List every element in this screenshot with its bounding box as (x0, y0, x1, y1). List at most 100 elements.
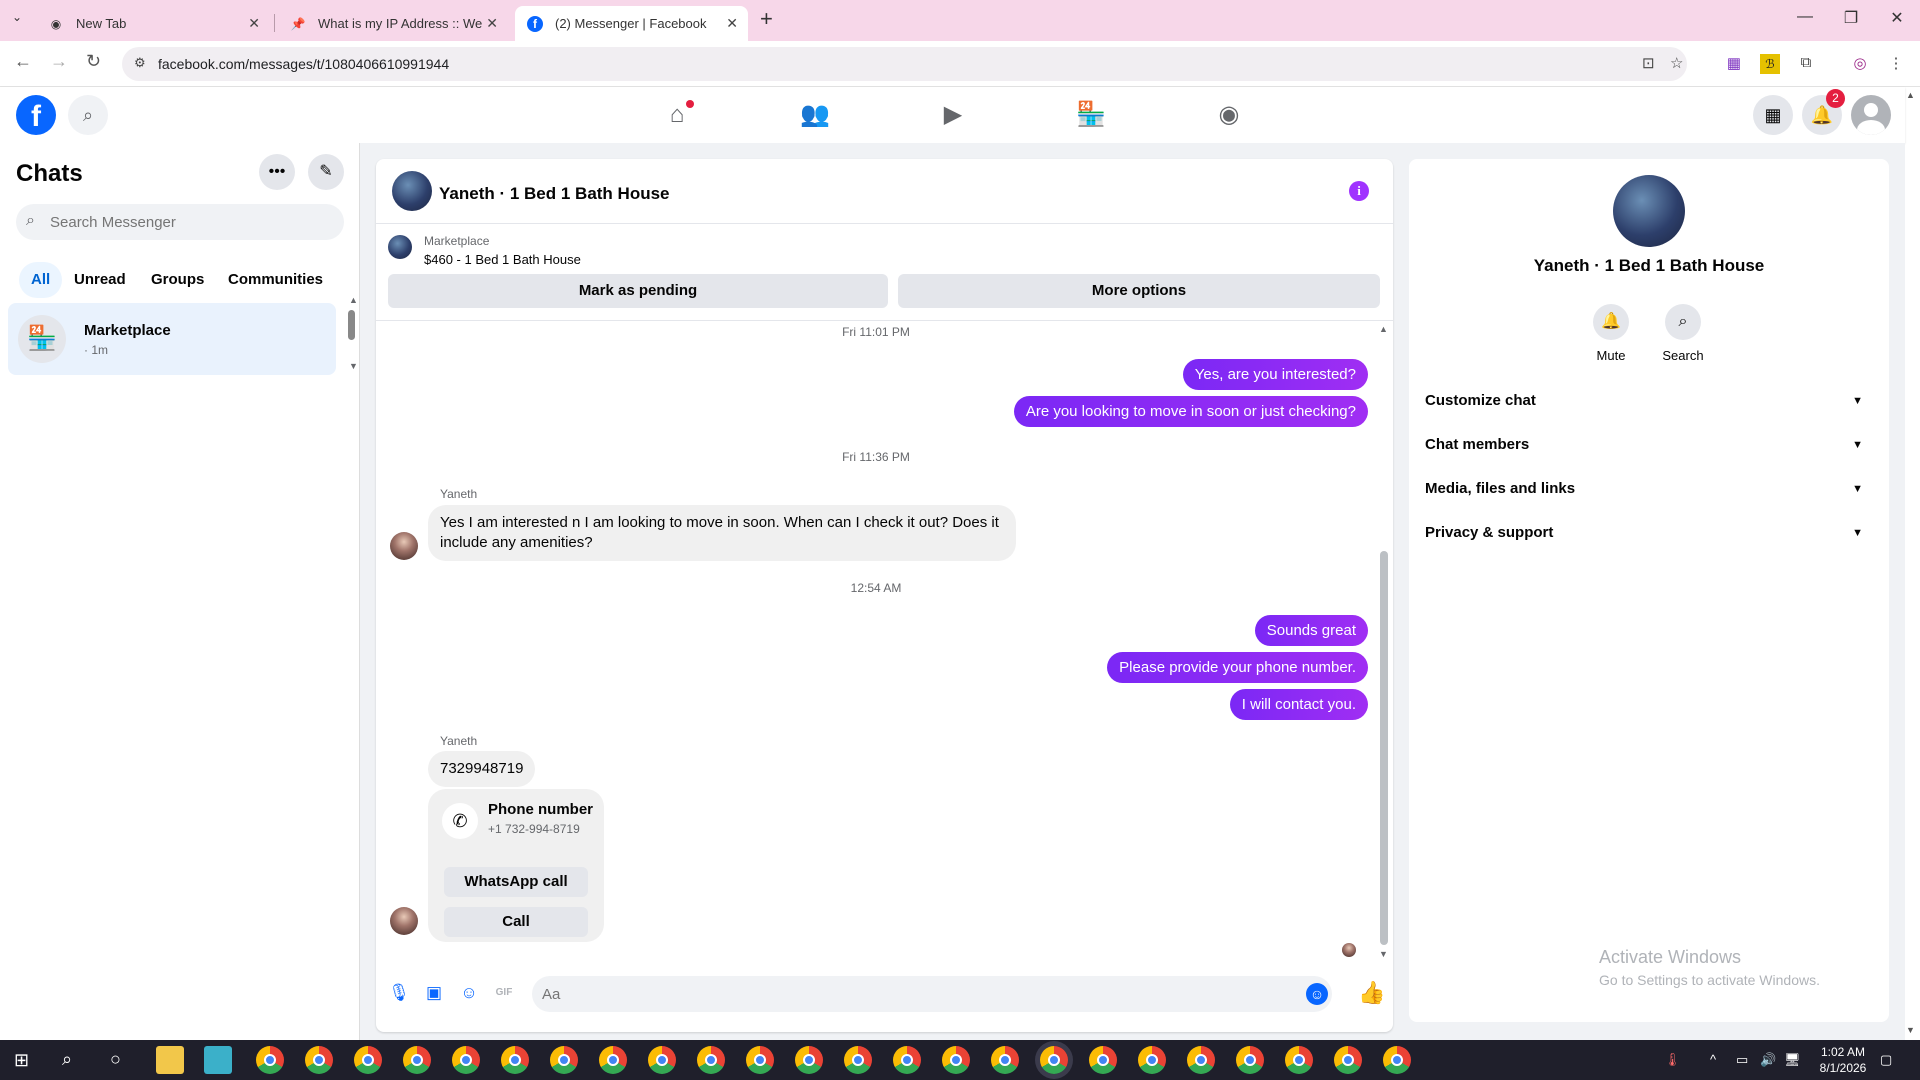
message-scrollbar[interactable] (1380, 551, 1388, 945)
chrome-taskbar-icon[interactable] (1383, 1046, 1411, 1074)
chat-list-scrollbar[interactable] (348, 310, 355, 340)
new-tab-plus-icon[interactable]: + (760, 6, 773, 32)
tray-chevron-up-icon[interactable]: ^ (1710, 1052, 1716, 1067)
customize-chat-row[interactable]: Customize chat ▼ (1425, 379, 1873, 423)
more-options-button[interactable]: More options (898, 274, 1380, 308)
profile-icon[interactable]: ◎ (1850, 54, 1870, 74)
gif-icon[interactable]: GIF (493, 982, 515, 1004)
outgoing-message[interactable]: I will contact you. (1229, 689, 1368, 720)
filter-unread[interactable]: Unread (62, 262, 138, 298)
privacy-support-row[interactable]: Privacy & support ▼ (1425, 511, 1873, 555)
maximize-icon[interactable]: ❐ (1828, 8, 1874, 28)
minimize-icon[interactable]: — (1782, 8, 1828, 26)
filter-groups[interactable]: Groups (139, 262, 216, 298)
search-icon[interactable]: ⌕ (68, 95, 108, 135)
chrome-taskbar-icon[interactable] (697, 1046, 725, 1074)
notepad-icon[interactable] (204, 1046, 232, 1074)
listing-thumbnail[interactable] (388, 235, 412, 259)
browser-menu-icon[interactable]: ⋮ (1886, 54, 1906, 74)
notification-center-icon[interactable]: ▢ (1880, 1052, 1892, 1068)
account-avatar[interactable] (1851, 95, 1891, 135)
thermometer-icon[interactable]: 🌡 (1664, 1052, 1681, 1068)
back-arrow-icon[interactable]: ← (14, 51, 32, 72)
chrome-taskbar-icon[interactable] (256, 1046, 284, 1074)
incoming-message[interactable]: 7329948719 (428, 751, 536, 787)
message-composer[interactable] (532, 976, 1332, 1012)
chat-list-item[interactable]: 🏪 Marketplace · 1m (8, 303, 336, 375)
tab-new-tab[interactable]: ◉ New Tab ✕ (36, 6, 270, 41)
tab-search-chevron-icon[interactable]: ⌄ (12, 10, 22, 24)
chat-members-row[interactable]: Chat members ▼ (1425, 423, 1873, 467)
sticker-icon[interactable]: ☺ (458, 982, 480, 1004)
file-explorer-icon[interactable] (156, 1046, 184, 1074)
scroll-up-arrow-icon[interactable]: ▲ (1379, 324, 1388, 334)
chrome-taskbar-icon[interactable] (403, 1046, 431, 1074)
volume-icon[interactable]: 🔊 (1760, 1052, 1776, 1068)
info-icon[interactable]: i (1349, 181, 1369, 201)
sender-avatar[interactable] (390, 532, 418, 560)
extension-purple-icon[interactable]: ▦ (1724, 54, 1744, 74)
groups-icon[interactable]: ◉ (1209, 95, 1249, 135)
filter-communities[interactable]: Communities (216, 262, 335, 298)
incoming-message[interactable]: Yes I am interested n I am looking to mo… (428, 505, 1016, 561)
chrome-taskbar-icon[interactable] (452, 1046, 480, 1074)
page-scroll-up-icon[interactable]: ▲ (1906, 90, 1915, 100)
emoji-icon[interactable]: ☺ (1306, 983, 1328, 1005)
address-bar[interactable]: ⚙ facebook.com/messages/t/10804066109919… (122, 47, 1687, 81)
chrome-taskbar-icon[interactable] (550, 1046, 578, 1074)
scroll-down-arrow-icon[interactable]: ▼ (349, 361, 358, 371)
chrome-taskbar-icon[interactable] (1138, 1046, 1166, 1074)
more-options-icon[interactable]: ••• (259, 154, 295, 190)
extension-yellow-icon[interactable]: ℬ (1760, 54, 1780, 74)
call-button[interactable]: Call (444, 907, 588, 937)
media-files-links-row[interactable]: Media, files and links ▼ (1425, 467, 1873, 511)
close-icon[interactable]: ✕ (248, 15, 260, 32)
close-icon[interactable]: ✕ (486, 15, 498, 32)
chrome-taskbar-icon[interactable] (1285, 1046, 1313, 1074)
tab-messenger[interactable]: f (2) Messenger | Facebook ✕ (515, 6, 748, 41)
url-text[interactable]: facebook.com/messages/t/1080406610991944 (158, 56, 449, 72)
conversation-avatar[interactable] (392, 171, 432, 211)
taskbar-search-icon[interactable]: ⌕ (62, 1049, 72, 1070)
search-icon[interactable]: ⌕ (1665, 304, 1701, 340)
chrome-taskbar-icon[interactable] (1334, 1046, 1362, 1074)
photo-icon[interactable]: ▣ (423, 982, 445, 1004)
chrome-taskbar-icon[interactable] (1187, 1046, 1215, 1074)
search-messenger-input[interactable] (50, 204, 330, 240)
chrome-taskbar-icon[interactable] (991, 1046, 1019, 1074)
outgoing-message[interactable]: Please provide your phone number. (1107, 652, 1368, 683)
microphone-icon[interactable]: 🎙 (388, 982, 410, 1004)
chrome-taskbar-icon[interactable] (599, 1046, 627, 1074)
mute-action[interactable]: 🔔 Mute (1576, 304, 1646, 363)
chrome-taskbar-icon-active[interactable] (1040, 1046, 1068, 1074)
marketplace-icon[interactable]: 🏪 (1071, 95, 1111, 135)
new-message-icon[interactable]: ✎ (308, 154, 344, 190)
chrome-taskbar-icon[interactable] (746, 1046, 774, 1074)
chrome-taskbar-icon[interactable] (648, 1046, 676, 1074)
chrome-taskbar-icon[interactable] (305, 1046, 333, 1074)
network-icon[interactable]: 🖥 (1784, 1052, 1801, 1068)
sender-avatar[interactable] (390, 907, 418, 935)
thumbs-up-icon[interactable]: 👍 (1358, 980, 1385, 1006)
chrome-taskbar-icon[interactable] (893, 1046, 921, 1074)
video-icon[interactable]: ▶ (933, 95, 973, 135)
whatsapp-call-button[interactable]: WhatsApp call (444, 867, 588, 897)
outgoing-message[interactable]: Are you looking to move in soon or just … (1013, 396, 1368, 427)
chrome-taskbar-icon[interactable] (844, 1046, 872, 1074)
facebook-logo[interactable]: f (16, 95, 56, 135)
scroll-down-arrow-icon[interactable]: ▼ (1379, 949, 1388, 959)
windows-start-icon[interactable]: ⊞ (14, 1050, 29, 1071)
chrome-taskbar-icon[interactable] (354, 1046, 382, 1074)
chrome-taskbar-icon[interactable] (1089, 1046, 1117, 1074)
page-scroll-down-icon[interactable]: ▼ (1906, 1025, 1915, 1035)
chrome-taskbar-icon[interactable] (501, 1046, 529, 1074)
bookmark-star-icon[interactable]: ☆ (1670, 54, 1683, 72)
window-close-icon[interactable]: ✕ (1874, 8, 1920, 28)
bell-icon[interactable]: 🔔 (1593, 304, 1629, 340)
clock[interactable]: 1:02 AM 8/1/2026 (1808, 1044, 1878, 1076)
extensions-puzzle-icon[interactable]: ⧉ (1796, 54, 1816, 74)
filter-all[interactable]: All (19, 262, 63, 298)
info-avatar[interactable] (1613, 175, 1685, 247)
mark-as-pending-button[interactable]: Mark as pending (388, 274, 888, 308)
chrome-taskbar-icon[interactable] (795, 1046, 823, 1074)
